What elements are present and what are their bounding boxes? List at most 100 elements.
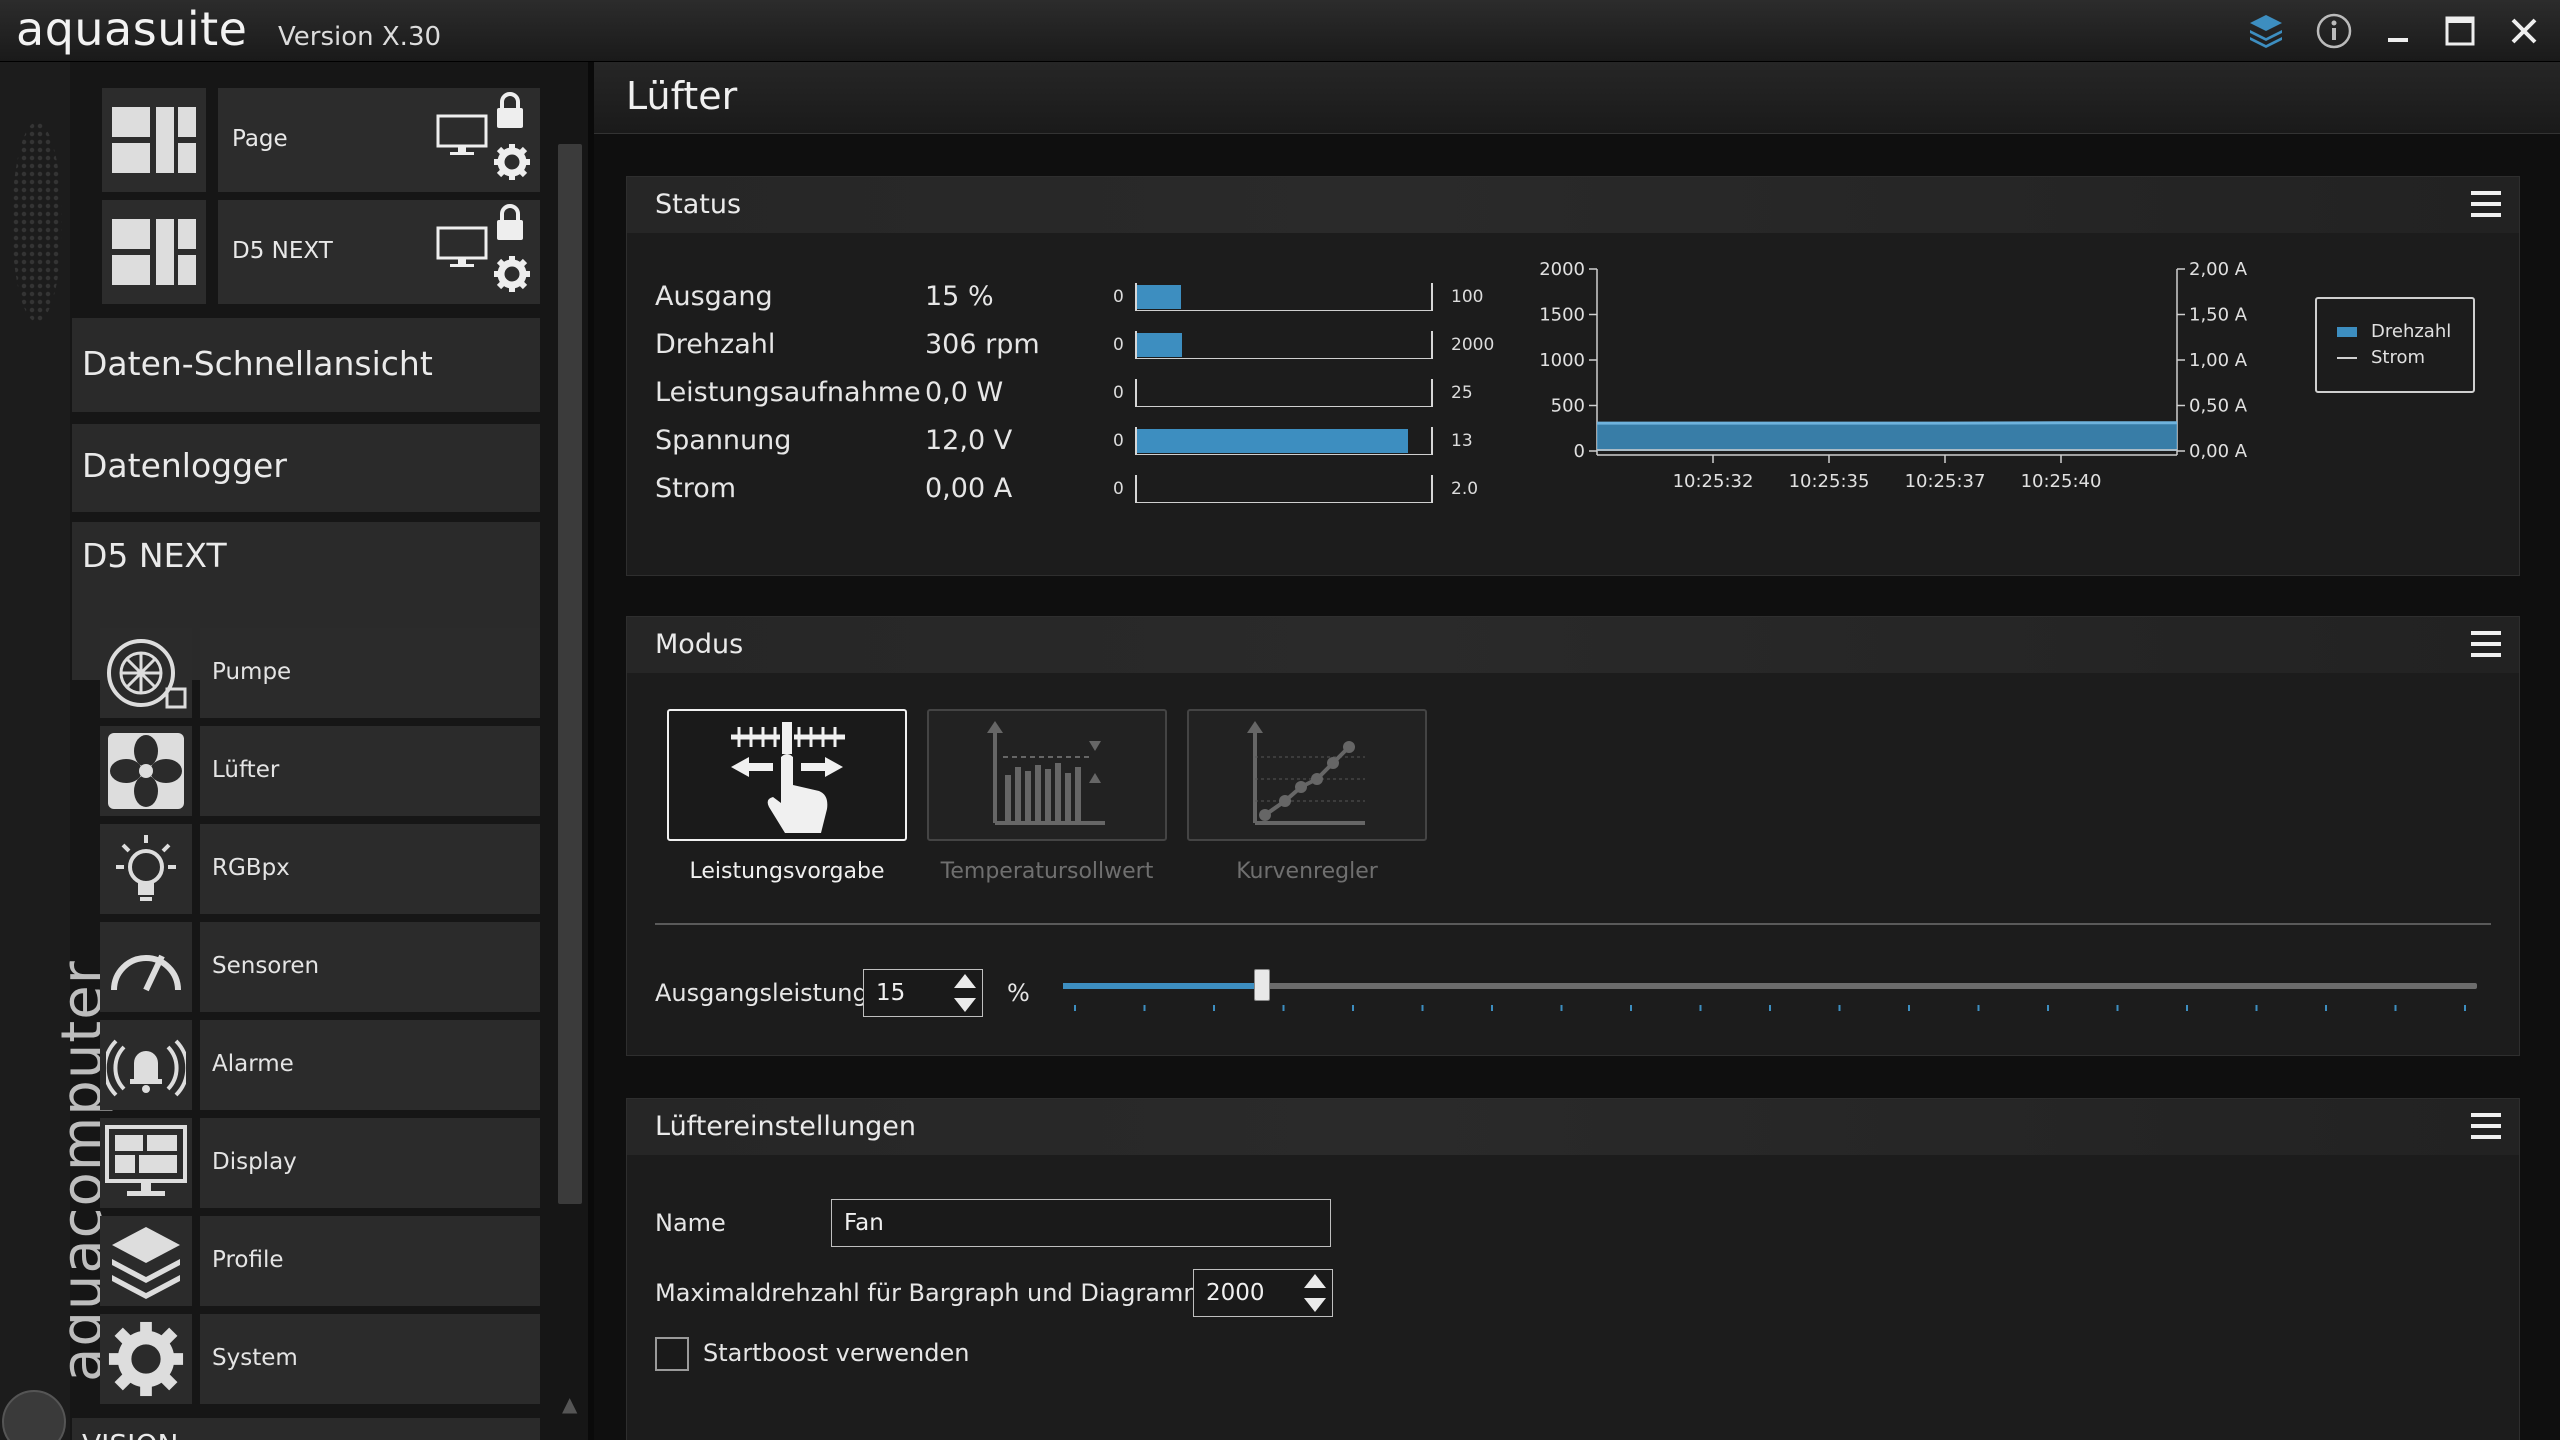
monitor-icon[interactable] [436, 226, 488, 274]
mode-label: Leistungsvorgabe [689, 859, 885, 884]
mode-option-kurvenregler[interactable] [1187, 709, 1427, 841]
stepper-value: 2000 [1206, 1280, 1265, 1306]
gear-icon [100, 1314, 192, 1404]
status-panel: Status Ausgang 15 % 0 100 Drehzahl 306 r… [626, 176, 2520, 576]
sidebar-item-luefter[interactable]: Lüfter [100, 726, 540, 816]
sidebar-item-rgbpx[interactable]: RGBpx [100, 824, 540, 914]
sidebar-section-partial[interactable]: VISION [72, 1418, 540, 1440]
status-value: 0,00 A [925, 473, 1013, 504]
sidebar-item-profile[interactable]: Profile [100, 1216, 540, 1306]
nav-label-box: Lüfter [200, 726, 540, 816]
hamburger-menu-icon[interactable] [2471, 631, 2501, 657]
chart-legend: Drehzahl Strom [2315, 297, 2475, 393]
sidebar-item-label: Profile [212, 1247, 284, 1273]
app-version: Version X.30 [278, 22, 442, 52]
sidebar-item-label: Pumpe [212, 659, 292, 685]
nav-label-box: RGBpx [200, 824, 540, 914]
sidebar-item-display[interactable]: Display [100, 1118, 540, 1208]
sidebar-section-datalogger[interactable]: Datenlogger [72, 424, 540, 512]
divider [655, 923, 2491, 925]
bar-min: 0 [1113, 383, 1124, 403]
page-layout-icon[interactable] [102, 88, 206, 192]
bar-chart-target-icon [987, 721, 1105, 825]
sidebar-section-label: VISION [82, 1428, 178, 1440]
lock-icon[interactable] [494, 204, 526, 246]
y-tick-label-left: 2000 [1539, 259, 1585, 280]
minimize-icon[interactable] [2374, 10, 2422, 52]
sidebar-item-sensoren[interactable]: Sensoren [100, 922, 540, 1012]
status-bargraph [1135, 379, 1433, 407]
page-layout-icon[interactable] [102, 200, 206, 304]
gear-icon[interactable] [492, 254, 532, 298]
sidebar-scrollbar[interactable] [558, 144, 582, 1204]
increment-arrow-icon[interactable] [1304, 1274, 1326, 1288]
y-tick-label-right: 0,00 A [2189, 441, 2248, 462]
pump-icon [100, 628, 192, 718]
increment-arrow-icon[interactable] [954, 974, 976, 988]
status-label: Strom [655, 473, 737, 504]
sidebar-item-label: Sensoren [212, 953, 320, 979]
layers-icon[interactable] [2242, 10, 2290, 52]
name-input[interactable] [832, 1200, 1330, 1246]
sidebar-section-label: Datenlogger [82, 446, 287, 485]
maxrpm-stepper[interactable]: 2000 [1193, 1269, 1333, 1317]
hamburger-menu-icon[interactable] [2471, 191, 2501, 217]
maxrpm-label: Maximaldrehzahl für Bargraph und Diagram… [655, 1279, 1207, 1307]
decrement-arrow-icon[interactable] [1304, 1298, 1326, 1312]
slider-thumb[interactable] [1254, 969, 1270, 1001]
sidebar-item-alarme[interactable]: Alarme [100, 1020, 540, 1110]
legend-swatch [2337, 357, 2357, 359]
sidebar-item-pumpe[interactable]: Pumpe [100, 628, 540, 718]
mode-panel: Modus Leistungsvorgabe Temperatursollwer… [626, 616, 2520, 1056]
decrement-arrow-icon[interactable] [954, 998, 976, 1012]
output-unit: % [1007, 979, 1030, 1007]
info-icon[interactable] [2310, 10, 2358, 52]
nav-label-box: System [200, 1314, 540, 1404]
mode-option-leistungsvorgabe[interactable] [667, 709, 907, 841]
main-content: Lüfter Status Ausgang 15 % 0 100 Drehzah… [594, 62, 2560, 1440]
bar-min: 0 [1113, 335, 1124, 355]
output-slider[interactable] [1063, 969, 2477, 1001]
status-row: Strom 0,00 A 0 2.0 [655, 467, 1515, 511]
close-icon[interactable] [2500, 10, 2548, 52]
brand-pattern [12, 122, 62, 322]
status-bargraph [1135, 283, 1433, 311]
x-tick-label: 10:25:40 [2021, 471, 2102, 492]
panel-header: Modus [627, 617, 2519, 673]
status-bargraph [1135, 427, 1433, 455]
slider-hand-icon [731, 720, 845, 833]
nav-label-box: Display [200, 1118, 540, 1208]
sidebar-section-quickview[interactable]: Daten-Schnellansicht [72, 318, 540, 412]
sidebar-item-label: System [212, 1345, 298, 1371]
scroll-up-arrow-icon[interactable]: ▲ [562, 1392, 577, 1416]
gear-icon[interactable] [492, 142, 532, 186]
status-value: 0,0 W [925, 377, 1004, 408]
output-label: Ausgangsleistung [655, 979, 868, 1007]
output-stepper[interactable]: 15 [863, 969, 983, 1017]
maximize-icon[interactable] [2436, 10, 2484, 52]
sidebar: aquacomputer Page D5 NEXT Daten-Schnella… [0, 62, 594, 1440]
startboost-label: Startboost verwenden [703, 1339, 970, 1367]
brand-emblem-icon [2, 1390, 66, 1440]
status-row: Spannung 12,0 V 0 13 [655, 419, 1515, 463]
monitor-icon[interactable] [436, 114, 488, 162]
sidebar-page-tile[interactable]: D5 NEXT [218, 200, 540, 304]
startboost-checkbox[interactable] [655, 1337, 689, 1371]
bar-max: 25 [1451, 383, 1473, 403]
slider-fill [1063, 983, 1262, 989]
title-bar: aquasuite Version X.30 [0, 0, 2560, 62]
name-label: Name [655, 1209, 726, 1237]
sidebar-section-label: D5 NEXT [82, 536, 227, 575]
sidebar-page-tile[interactable]: Page [218, 88, 540, 192]
status-label: Leistungsaufnahme [655, 377, 921, 408]
lock-icon[interactable] [494, 92, 526, 134]
nav-label-box: Alarme [200, 1020, 540, 1110]
sidebar-item-system[interactable]: System [100, 1314, 540, 1404]
hamburger-menu-icon[interactable] [2471, 1113, 2501, 1139]
mode-option-temperatursollwert[interactable] [927, 709, 1167, 841]
name-field[interactable] [831, 1199, 1331, 1247]
legend-label: Drehzahl [2371, 321, 2452, 342]
mode-label: Temperatursollwert [940, 859, 1154, 884]
mode-label: Kurvenregler [1236, 859, 1378, 884]
nav-label-box: Sensoren [200, 922, 540, 1012]
